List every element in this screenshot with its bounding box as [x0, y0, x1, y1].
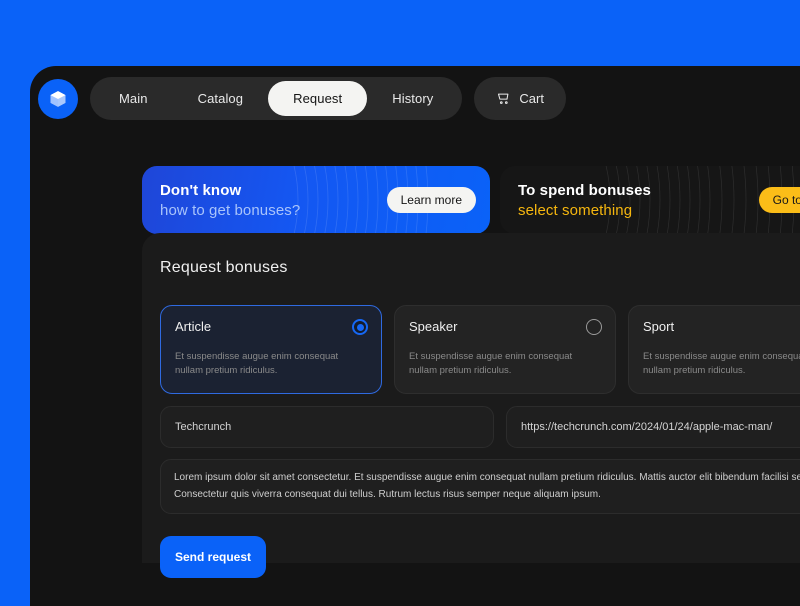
send-request-button[interactable]: Send request — [160, 536, 266, 578]
tab-main[interactable]: Main — [94, 81, 173, 116]
request-panel: Request bonuses Article Et suspendisse a… — [142, 233, 800, 578]
nav-tabs: Main Catalog Request History — [90, 77, 463, 120]
option-description: Et suspendisse augue enim consequat null… — [643, 351, 800, 376]
cart-button[interactable]: Cart — [474, 77, 566, 120]
input-row: Techcrunch https://techcrunch.com/2024/0… — [160, 406, 800, 448]
banner-title: To spend bonuses — [518, 181, 651, 199]
promo-banners: Don't know how to get bonuses? Learn mor… — [142, 166, 800, 234]
tab-history[interactable]: History — [367, 81, 458, 116]
request-type-options: Article Et suspendisse augue enim conseq… — [160, 305, 800, 394]
option-title: Speaker — [409, 319, 458, 334]
banner-text-block: Don't know how to get bonuses? — [160, 182, 300, 219]
radio-button-article[interactable] — [352, 319, 368, 335]
option-title: Article — [175, 319, 212, 334]
banner-subtitle: how to get bonuses? — [160, 201, 301, 219]
banner-get-bonuses[interactable]: Don't know how to get bonuses? Learn mor… — [142, 166, 490, 234]
option-card-sport[interactable]: Sport Et suspendisse augue enim consequa… — [628, 305, 800, 394]
banner-subtitle: select something — [518, 201, 633, 219]
tab-request[interactable]: Request — [268, 81, 368, 116]
source-input[interactable]: Techcrunch — [160, 406, 494, 448]
option-description: Et suspendisse augue enim consequat null… — [409, 351, 573, 376]
option-title: Sport — [643, 319, 675, 334]
page-title: Request bonuses — [160, 259, 288, 276]
banner-title: Don't know — [160, 181, 242, 199]
top-navigation-bar: Main Catalog Request History Cart — [38, 77, 566, 120]
tab-catalog[interactable]: Catalog — [173, 81, 269, 116]
go-to-catalog-button[interactable]: Go to catalog — [758, 187, 800, 213]
banner-spend-bonuses[interactable]: To spend bonuses select something Go to … — [500, 166, 800, 234]
cart-label: Cart — [519, 91, 544, 106]
option-description: Et suspendisse augue enim consequat null… — [175, 351, 339, 376]
description-textarea[interactable]: Lorem ipsum dolor sit amet consectetur. … — [160, 459, 800, 514]
logo-button[interactable] — [38, 78, 78, 119]
app-window: Main Catalog Request History Cart Don't … — [30, 66, 800, 606]
cube-icon — [50, 90, 66, 107]
learn-more-button[interactable]: Learn more — [386, 187, 476, 213]
option-card-article[interactable]: Article Et suspendisse augue enim conseq… — [160, 305, 382, 394]
shopping-cart-icon — [498, 93, 509, 104]
option-card-speaker[interactable]: Speaker Et suspendisse augue enim conseq… — [394, 305, 616, 394]
banner-text-block: To spend bonuses select something — [518, 182, 651, 219]
url-input[interactable]: https://techcrunch.com/2024/01/24/apple-… — [506, 406, 800, 448]
radio-button-speaker[interactable] — [586, 319, 602, 335]
